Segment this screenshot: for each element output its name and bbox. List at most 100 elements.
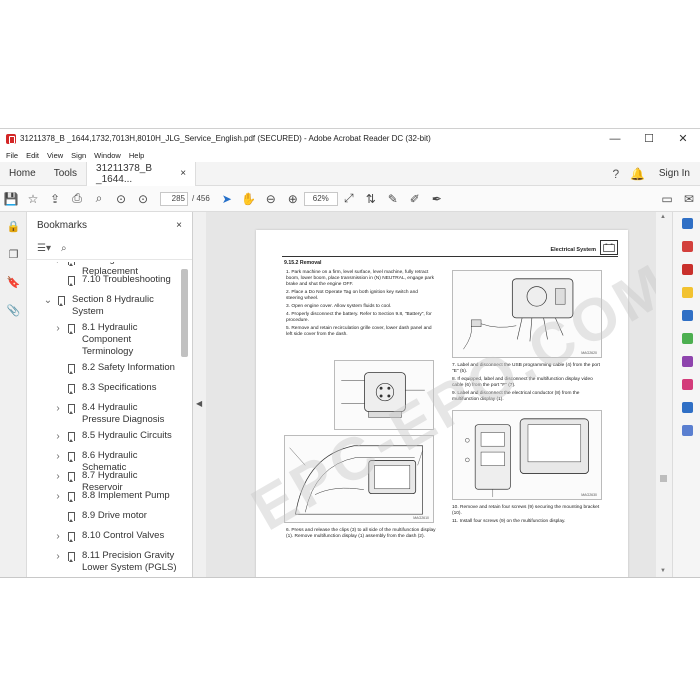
chevron-right-icon[interactable]: ›	[53, 262, 63, 267]
bookmark-item[interactable]: 8.3 Specifications	[27, 382, 181, 396]
fit-page-icon[interactable]: ⤢	[338, 189, 360, 209]
sign-in-button[interactable]: Sign In	[649, 168, 700, 179]
bookmark-options-icon[interactable]: ☰▾	[37, 243, 51, 254]
organize-pages-icon[interactable]	[673, 327, 700, 350]
comment-tool-icon[interactable]	[673, 281, 700, 304]
scroll-up-icon[interactable]: ▲	[660, 214, 666, 220]
sign-icon[interactable]: ✒	[426, 189, 448, 209]
chevron-right-icon[interactable]: ›	[53, 491, 63, 503]
menu-help[interactable]: Help	[129, 151, 144, 160]
chevron-right-icon[interactable]: ›	[53, 551, 63, 563]
menu-file[interactable]: File	[6, 151, 18, 160]
bookmark-search-icon[interactable]: ⌕	[61, 243, 67, 254]
select-cursor-icon[interactable]: ➤	[216, 189, 238, 209]
lock-icon[interactable]: 🔒	[0, 212, 27, 240]
export-pdf-icon[interactable]	[673, 235, 700, 258]
bookmark-star-icon[interactable]: ☆	[22, 189, 44, 209]
collapse-panel-icon[interactable]: ◀	[196, 399, 202, 408]
bookmarks-scrollbar-thumb[interactable]	[181, 269, 188, 357]
search-icon[interactable]: ⌕	[88, 189, 110, 209]
maximize-button[interactable]: ☐	[632, 132, 666, 145]
upload-icon[interactable]: ⇪	[44, 189, 66, 209]
previous-page-icon[interactable]: ⊙	[110, 189, 132, 209]
bookmark-item[interactable]: › 8.4 Hydraulic Pressure Diagnosis	[27, 402, 181, 428]
chevron-right-icon[interactable]: ›	[53, 403, 63, 415]
tab-tools[interactable]: Tools	[45, 162, 86, 186]
read-mode-icon[interactable]: ▭	[656, 189, 678, 209]
bookmark-item[interactable]: 7.10 Troubleshooting	[27, 274, 181, 288]
bookmarks-list: ›7.9 Engine Replacement7.10 Troubleshoot…	[27, 262, 181, 577]
menu-view[interactable]: View	[47, 151, 63, 160]
bookmark-label: 8.1 Hydraulic Component Terminology	[82, 322, 138, 357]
attachments-icon[interactable]: 📎	[0, 296, 27, 324]
more-tools-icon[interactable]	[673, 419, 700, 442]
email-icon[interactable]: ✉	[678, 189, 700, 209]
bookmark-item[interactable]: › 8.1 Hydraulic Component Terminology	[27, 322, 181, 360]
bookmark-item[interactable]: › 8.10 Control Valves	[27, 530, 181, 544]
menu-bar: File Edit View Sign Window Help	[0, 148, 700, 162]
tab-document[interactable]: 31211378_B _1644... ×	[86, 161, 197, 186]
chevron-right-icon[interactable]: ›	[53, 323, 63, 335]
print-icon[interactable]: ⎙	[66, 189, 88, 209]
fill-sign-icon[interactable]	[673, 350, 700, 373]
page-number-input[interactable]: 285	[160, 191, 188, 206]
document-view[interactable]: Electrical System 9.15.2 Removal 1. Park…	[206, 212, 672, 577]
document-scrollbar[interactable]: ▲ ▼	[656, 212, 672, 577]
bookmark-flag-icon	[68, 472, 75, 482]
menu-edit[interactable]: Edit	[26, 151, 39, 160]
bookmark-flag-icon	[68, 262, 75, 266]
hand-tool-icon[interactable]: ✋	[238, 189, 260, 209]
page-thumbnails-icon[interactable]: ❐	[0, 240, 27, 268]
menu-sign[interactable]: Sign	[71, 151, 86, 160]
create-pdf-icon[interactable]	[673, 258, 700, 281]
next-page-icon[interactable]: ⊙	[132, 189, 154, 209]
enhance-scan-icon[interactable]	[673, 212, 700, 235]
menu-window[interactable]: Window	[94, 151, 121, 160]
bookmark-item[interactable]: 8.2 Safety Information	[27, 362, 181, 376]
notifications-icon[interactable]: 🔔	[627, 167, 649, 181]
chevron-right-icon[interactable]: ›	[53, 431, 63, 443]
chevron-down-icon[interactable]: ⌄	[43, 295, 53, 307]
chevron-right-icon[interactable]: ›	[53, 451, 63, 463]
chevron-right-icon[interactable]: ›	[53, 471, 63, 483]
scroll-down-icon[interactable]: ▼	[660, 568, 666, 574]
chevron-right-icon[interactable]: ›	[53, 531, 63, 543]
bookmarks-close-icon[interactable]: ×	[176, 220, 182, 231]
step-text: 6. Press and release the clips (3) to al…	[286, 528, 436, 539]
bookmark-flag-icon	[68, 432, 75, 442]
zoom-in-icon[interactable]: ⊕	[282, 189, 304, 209]
close-window-button[interactable]: ✕	[666, 132, 700, 145]
protect-icon[interactable]	[673, 396, 700, 419]
bookmark-item[interactable]: 8.9 Drive motor	[27, 510, 181, 524]
tab-bar: Home Tools 31211378_B _1644... × ? 🔔 Sig…	[0, 161, 700, 186]
bookmark-item[interactable]: › 8.7 Hydraulic Reservoir	[27, 470, 181, 493]
zoom-select[interactable]: 62%	[303, 191, 338, 206]
bookmark-item[interactable]: ›7.9 Engine Replacement	[27, 262, 181, 277]
bookmark-item[interactable]: › 8.8 Implement Pump	[27, 490, 181, 504]
scroll-mode-icon[interactable]: ⇅	[360, 189, 382, 209]
bookmark-item[interactable]: › 8.6 Hydraulic Schematic	[27, 450, 181, 473]
bookmark-item[interactable]: › 8.5 Hydraulic Circuits	[27, 430, 181, 444]
bookmark-flag-icon	[68, 492, 75, 502]
bookmark-flag-icon	[68, 384, 75, 394]
combine-files-icon[interactable]	[673, 304, 700, 327]
bookmarks-title: Bookmarks	[37, 219, 88, 231]
highlight-icon[interactable]: ✐	[404, 189, 426, 209]
zoom-out-icon[interactable]: ⊖	[260, 189, 282, 209]
save-icon[interactable]: 💾	[0, 189, 22, 209]
help-icon[interactable]: ?	[605, 167, 627, 181]
bookmark-item[interactable]: › 8.11 Precision Gravity Lower System (PG…	[27, 550, 181, 576]
send-review-icon[interactable]	[673, 373, 700, 396]
bookmarks-panel-icon[interactable]: 🔖	[0, 268, 27, 296]
minimize-button[interactable]: —	[598, 133, 632, 145]
bookmark-flag-icon	[68, 532, 75, 542]
bookmark-label: Section 8 Hydraulic System	[72, 294, 154, 317]
scrollbar-thumb[interactable]	[660, 475, 667, 482]
tab-close-icon[interactable]: ×	[180, 168, 186, 179]
tab-home[interactable]: Home	[0, 162, 45, 186]
bookmark-flag-icon	[68, 364, 75, 374]
comment-icon[interactable]: ✎	[382, 189, 404, 209]
step-text: 11. Install four screws (9) on the multi…	[452, 519, 566, 524]
figure-label: MAG2610	[413, 516, 429, 520]
bookmark-item[interactable]: ⌄ Section 8 Hydraulic System	[27, 294, 181, 320]
